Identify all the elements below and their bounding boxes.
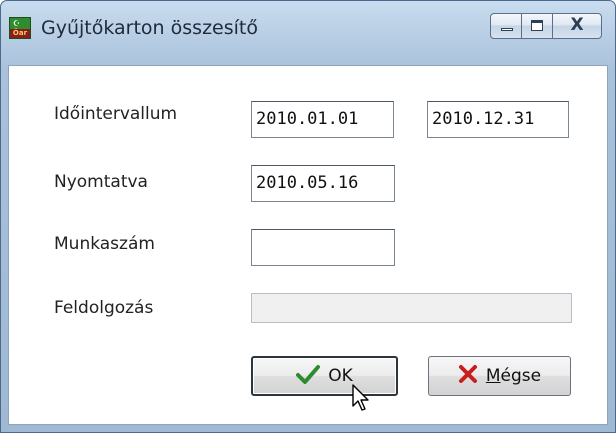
- dialog-window: ☪ Öar Gyűjtőkarton összesítő X Időinterv…: [0, 0, 616, 433]
- period-from-field[interactable]: 2010.01.01: [251, 101, 394, 138]
- title-bar[interactable]: ☪ Öar Gyűjtőkarton összesítő X: [1, 1, 615, 65]
- app-logo-icon[interactable]: ☪ Öar: [9, 17, 31, 39]
- processing-progress-bar: [251, 293, 572, 323]
- app-logo-text: Öar: [10, 29, 30, 38]
- ok-button-label: OK: [328, 366, 353, 386]
- dialog-client-area: Időintervallum 2010.01.01 2010.12.31 Nyo…: [8, 65, 608, 425]
- period-to-field[interactable]: 2010.12.31: [427, 101, 569, 138]
- period-label: Időintervallum: [54, 104, 178, 124]
- close-icon: X: [570, 15, 584, 35]
- ok-button[interactable]: OK: [251, 356, 398, 396]
- maximize-button[interactable]: [522, 13, 552, 39]
- printed-date-field[interactable]: 2010.05.16: [251, 165, 395, 202]
- checkmark-icon: [296, 364, 321, 389]
- job-number-label: Munkaszám: [54, 234, 155, 254]
- printed-label: Nyomtatva: [54, 172, 148, 192]
- close-button[interactable]: X: [552, 13, 602, 39]
- job-number-field[interactable]: [251, 229, 395, 266]
- cancel-button-label: Mégse: [485, 366, 542, 386]
- crescent-icon: ☪: [13, 19, 21, 28]
- maximize-icon: [531, 20, 543, 31]
- arrow-cursor-icon: [352, 384, 372, 416]
- cancel-button[interactable]: Mégse: [428, 356, 571, 396]
- minimize-button[interactable]: [490, 13, 522, 39]
- window-title: Gyűjtőkarton összesítő: [41, 17, 258, 39]
- processing-label: Feldolgozás: [54, 298, 154, 318]
- caption-buttons: X: [490, 13, 602, 39]
- x-mark-icon: [458, 364, 478, 389]
- minimize-icon: [501, 28, 513, 31]
